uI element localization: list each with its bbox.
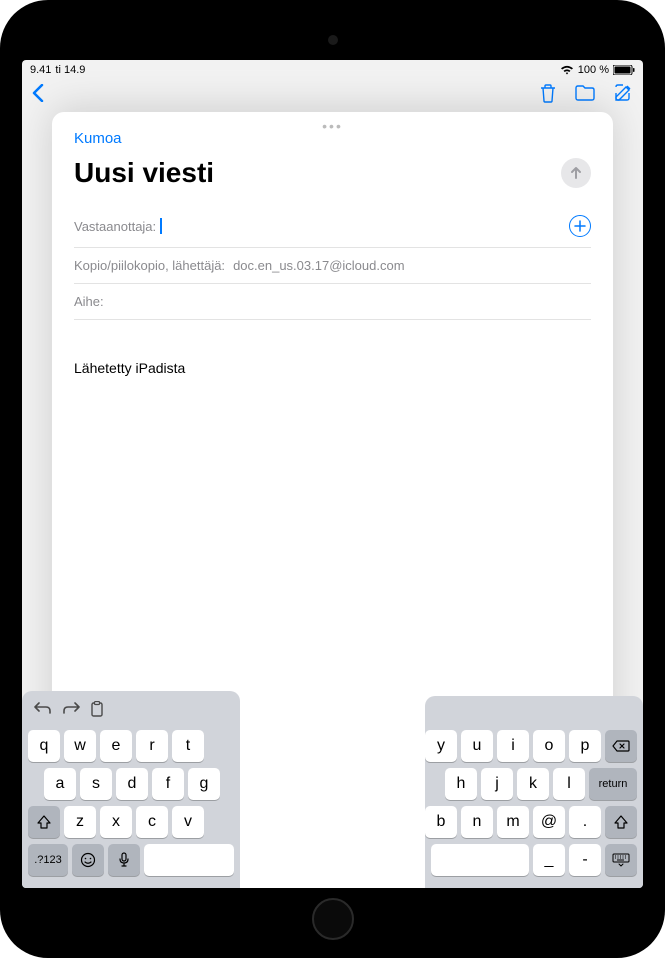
key-b[interactable]: b — [425, 806, 457, 838]
mail-nav-bar — [22, 80, 643, 110]
to-input[interactable] — [160, 218, 569, 235]
status-bar: 9.41 ti 14.9 100 % — [22, 60, 643, 80]
key-y[interactable]: y — [425, 730, 457, 762]
add-contact-button[interactable] — [569, 215, 591, 237]
text-cursor — [160, 218, 162, 234]
subject-label: Aihe: — [74, 294, 104, 309]
compose-icon[interactable] — [613, 83, 633, 108]
key-c[interactable]: c — [136, 806, 168, 838]
key-underscore[interactable]: _ — [533, 844, 565, 876]
wifi-icon — [560, 65, 574, 75]
cc-bcc-label: Kopio/piilokopio, lähettäjä: — [74, 258, 225, 273]
key-dash[interactable]: - — [569, 844, 601, 876]
key-period[interactable]: . — [569, 806, 601, 838]
key-i[interactable]: i — [497, 730, 529, 762]
key-q[interactable]: q — [28, 730, 60, 762]
key-v[interactable]: v — [172, 806, 204, 838]
key-h[interactable]: h — [445, 768, 477, 800]
send-button[interactable] — [561, 158, 591, 188]
keyboard-hide-icon — [612, 853, 630, 867]
compose-title: Uusi viesti — [74, 157, 214, 189]
key-e[interactable]: e — [100, 730, 132, 762]
to-label: Vastaanottaja: — [74, 219, 156, 234]
shift-icon — [614, 815, 628, 829]
key-a[interactable]: a — [44, 768, 76, 800]
hide-keyboard-key[interactable] — [605, 844, 637, 876]
cancel-button[interactable]: Kumoa — [74, 130, 122, 147]
numeric-key[interactable]: .?123 — [28, 844, 68, 876]
key-w[interactable]: w — [64, 730, 96, 762]
shift-key-right[interactable] — [605, 806, 637, 838]
back-chevron-icon[interactable] — [32, 82, 44, 108]
status-date: ti 14.9 — [55, 64, 85, 76]
keyboard-right-half: y u i o p h j k l return b — [425, 696, 643, 888]
microphone-icon — [118, 852, 130, 868]
clipboard-icon[interactable] — [90, 701, 104, 722]
cc-bcc-value: doc.en_us.03.17@icloud.com — [233, 258, 591, 273]
key-k[interactable]: k — [517, 768, 549, 800]
key-p[interactable]: p — [569, 730, 601, 762]
space-key-left[interactable] — [144, 844, 234, 876]
key-n[interactable]: n — [461, 806, 493, 838]
redo-icon[interactable] — [62, 701, 80, 722]
key-u[interactable]: u — [461, 730, 493, 762]
return-key[interactable]: return — [589, 768, 637, 800]
key-g[interactable]: g — [188, 768, 220, 800]
body-signature: Lähetetty iPadista — [74, 360, 591, 376]
folder-icon[interactable] — [575, 85, 595, 106]
front-camera — [328, 35, 338, 45]
key-s[interactable]: s — [80, 768, 112, 800]
email-body[interactable]: Lähetetty iPadista — [74, 320, 591, 376]
key-x[interactable]: x — [100, 806, 132, 838]
key-at[interactable]: @ — [533, 806, 565, 838]
battery-percent: 100 % — [578, 64, 609, 76]
status-time: 9.41 — [30, 64, 51, 76]
key-m[interactable]: m — [497, 806, 529, 838]
key-r[interactable]: r — [136, 730, 168, 762]
battery-icon — [613, 65, 635, 75]
key-z[interactable]: z — [64, 806, 96, 838]
sheet-grabber-icon[interactable]: ••• — [322, 118, 343, 134]
undo-icon[interactable] — [34, 701, 52, 722]
keyboard-left-half: q w e r t a s d f g z — [22, 691, 240, 888]
key-d[interactable]: d — [116, 768, 148, 800]
key-t[interactable]: t — [172, 730, 204, 762]
screen: 9.41 ti 14.9 100 % — [22, 60, 643, 888]
subject-field-row[interactable]: Aihe: — [74, 284, 591, 320]
space-key-right[interactable] — [431, 844, 529, 876]
key-l[interactable]: l — [553, 768, 585, 800]
trash-icon[interactable] — [539, 83, 557, 108]
shift-key-left[interactable] — [28, 806, 60, 838]
home-button[interactable] — [312, 898, 354, 940]
emoji-icon — [80, 852, 96, 868]
key-j[interactable]: j — [481, 768, 513, 800]
plus-icon — [574, 220, 586, 232]
shift-icon — [37, 815, 51, 829]
backspace-key[interactable] — [605, 730, 637, 762]
key-o[interactable]: o — [533, 730, 565, 762]
emoji-key[interactable] — [72, 844, 104, 876]
key-f[interactable]: f — [152, 768, 184, 800]
ipad-device-frame: 9.41 ti 14.9 100 % — [0, 0, 665, 958]
to-field-row[interactable]: Vastaanottaja: — [74, 205, 591, 248]
backspace-icon — [612, 740, 630, 752]
cc-bcc-field-row[interactable]: Kopio/piilokopio, lähettäjä: doc.en_us.0… — [74, 248, 591, 284]
dictation-key[interactable] — [108, 844, 140, 876]
